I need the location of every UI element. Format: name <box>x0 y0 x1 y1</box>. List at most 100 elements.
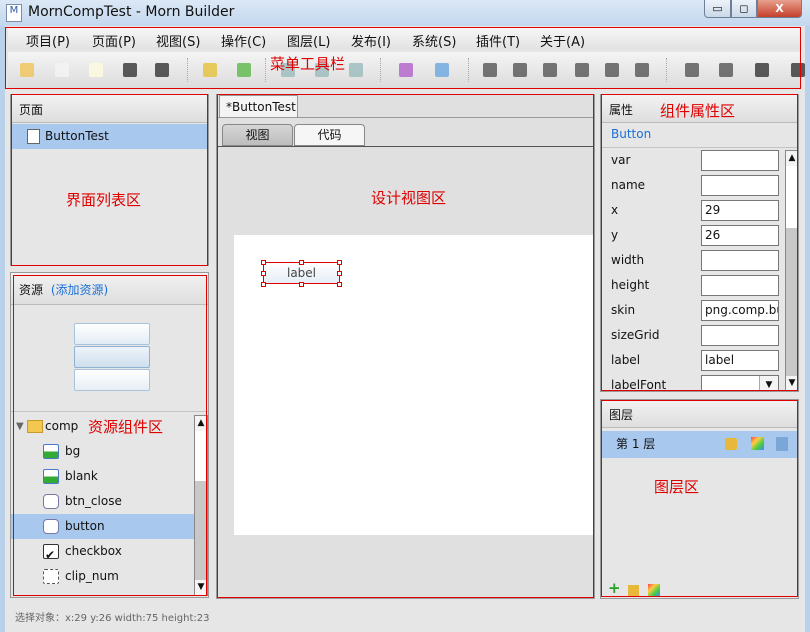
menu-item-4[interactable]: 图层(L) <box>287 31 330 50</box>
prop-label-height: height <box>611 278 650 292</box>
prop-input-sizeGrid[interactable] <box>701 325 779 346</box>
distribute-v-icon[interactable] <box>714 58 738 82</box>
skin-preview <box>74 323 150 391</box>
properties-scrollbar[interactable]: ▲ ▼ <box>785 150 798 391</box>
resize-handle[interactable] <box>337 271 342 276</box>
prop-input-label[interactable]: label <box>701 350 779 371</box>
resource-item[interactable]: blank <box>11 464 194 489</box>
minimize-button[interactable]: ▭ <box>704 0 731 18</box>
toolbar-separator <box>187 58 188 82</box>
menu-item-2[interactable]: 视图(S) <box>156 31 200 50</box>
resource-item-label: checkbox <box>65 544 122 558</box>
resources-header: 资源 (添加资源) <box>11 273 208 305</box>
resize-handle[interactable] <box>299 282 304 287</box>
pages-panel: 页面 ButtonTest <box>10 94 209 266</box>
color-icon[interactable] <box>751 437 764 450</box>
distribute-h-icon[interactable] <box>680 58 704 82</box>
prop-input-width[interactable] <box>701 250 779 271</box>
dropdown-arrow-icon[interactable]: ▼ <box>759 376 778 391</box>
resize-handle[interactable] <box>261 271 266 276</box>
resize-handle[interactable] <box>261 282 266 287</box>
menu-item-1[interactable]: 页面(P) <box>92 31 136 50</box>
toolbar-separator <box>265 58 266 82</box>
resize-handle[interactable] <box>337 260 342 265</box>
publish-icon[interactable] <box>430 58 454 82</box>
prop-label-sizeGrid: sizeGrid <box>611 328 660 342</box>
menu-item-0[interactable]: 项目(P) <box>26 31 70 50</box>
pages-header: 页面 <box>11 95 208 123</box>
annotation-layers: 图层区 <box>654 478 700 496</box>
resize-handle[interactable] <box>299 260 304 265</box>
prop-input-y[interactable]: 26 <box>701 225 779 246</box>
resource-item[interactable]: bg <box>11 439 194 464</box>
annotation-resources: 资源组件区 <box>88 418 164 436</box>
prop-label-skin: skin <box>611 303 636 317</box>
resource-item[interactable]: clip_num <box>11 564 194 589</box>
resize-handle[interactable] <box>261 260 266 265</box>
expand-arrow-icon: ▼ <box>16 421 24 432</box>
save-all-icon[interactable] <box>150 58 174 82</box>
align-top-icon[interactable] <box>570 58 594 82</box>
rotate-icon[interactable] <box>750 58 774 82</box>
redo-icon[interactable] <box>232 58 256 82</box>
folder-label: comp <box>45 419 79 433</box>
maximize-button[interactable]: ◻ <box>731 0 757 18</box>
subtab-code[interactable]: 代码 <box>294 124 365 146</box>
resource-item[interactable]: btn_close <box>11 489 194 514</box>
page-icon <box>27 129 40 144</box>
checkbox-icon: ✔ <box>43 544 59 562</box>
prop-input-x[interactable]: 29 <box>701 200 779 221</box>
menu-item-7[interactable]: 插件(T) <box>476 31 520 50</box>
prop-input-height[interactable] <box>701 275 779 296</box>
button-icon <box>43 519 59 534</box>
menu-item-6[interactable]: 系统(S) <box>412 31 456 50</box>
subtab-view[interactable]: 视图 <box>222 124 293 146</box>
prop-label-width: width <box>611 253 645 267</box>
trash-icon[interactable] <box>776 437 788 451</box>
menu-item-5[interactable]: 发布(I) <box>351 31 391 50</box>
component-type: Button <box>611 127 652 141</box>
resource-item-label: clip_num <box>65 569 119 583</box>
align-left-icon[interactable] <box>478 58 502 82</box>
lock-icon[interactable] <box>725 438 737 450</box>
resource-item-label: blank <box>65 469 98 483</box>
annotation-design-view: 设计视图区 <box>371 189 447 207</box>
menu-item-3[interactable]: 操作(C) <box>221 31 266 50</box>
preview-icon[interactable] <box>394 58 418 82</box>
toolbar-separator <box>380 58 381 82</box>
save-icon[interactable] <box>118 58 142 82</box>
resource-item[interactable]: button <box>11 514 194 539</box>
undo-icon[interactable] <box>198 58 222 82</box>
color-all-icon[interactable] <box>648 584 660 596</box>
lock-all-icon[interactable] <box>628 585 639 596</box>
align-right-icon[interactable] <box>538 58 562 82</box>
flip-icon[interactable] <box>786 58 810 82</box>
menu-item-8[interactable]: 关于(A) <box>540 31 585 50</box>
prop-input-name[interactable] <box>701 175 779 196</box>
align-bottom-icon[interactable] <box>630 58 654 82</box>
prop-label-x: x <box>611 203 619 217</box>
editor-tab[interactable]: *ButtonTest <box>219 95 298 117</box>
prop-input-var[interactable] <box>701 150 779 171</box>
design-canvas[interactable]: label <box>234 235 593 535</box>
open-project-icon[interactable] <box>15 58 39 82</box>
resources-scrollbar[interactable]: ▲ ▼ <box>194 415 208 596</box>
resize-handle[interactable] <box>337 282 342 287</box>
canvas-button-component[interactable]: label <box>263 262 340 284</box>
new-item-icon[interactable] <box>84 58 108 82</box>
new-page-icon[interactable] <box>50 58 74 82</box>
add-resource-link[interactable]: (添加资源) <box>51 283 108 297</box>
page-item[interactable]: ButtonTest <box>11 124 208 149</box>
zoom-reset-icon[interactable] <box>344 58 368 82</box>
annotation-menu-toolbar: 菜单工具栏 <box>270 55 346 73</box>
align-middle-icon[interactable] <box>600 58 624 82</box>
resource-item[interactable]: ✔ checkbox <box>11 539 194 564</box>
prop-input-skin[interactable]: png.comp.button <box>701 300 779 321</box>
button-icon <box>43 494 59 509</box>
add-layer-icon[interactable]: + <box>608 581 621 596</box>
align-center-icon[interactable] <box>508 58 532 82</box>
prop-label-var: var <box>611 153 631 167</box>
close-button[interactable]: X <box>757 0 802 18</box>
toolbar-separator <box>468 58 469 82</box>
layer-item[interactable]: 第 1 层 <box>601 431 798 458</box>
